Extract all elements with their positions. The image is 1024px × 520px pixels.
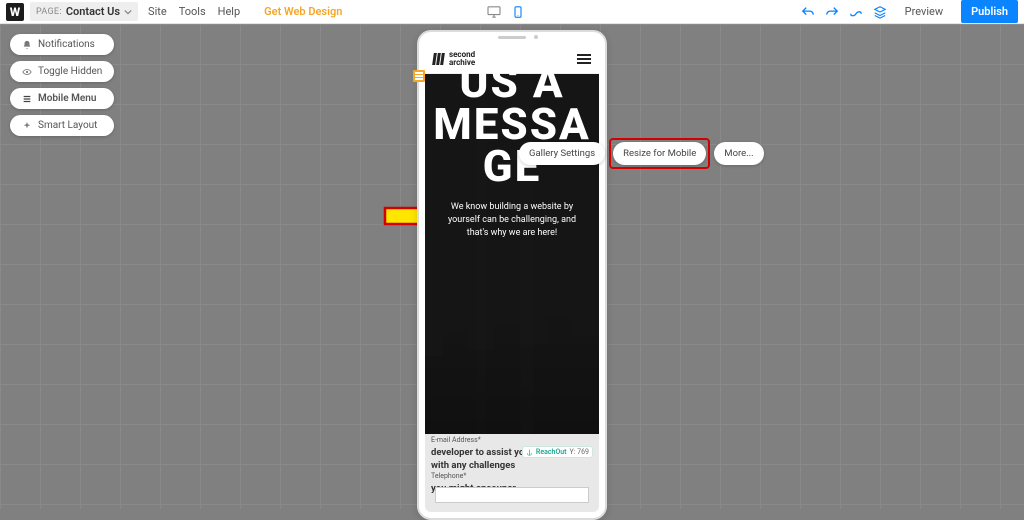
sparkle-icon bbox=[22, 121, 32, 131]
lower-text-2: with any challenges bbox=[431, 459, 593, 472]
preview-button[interactable]: Preview bbox=[897, 1, 951, 22]
menu-site[interactable]: Site bbox=[148, 5, 167, 18]
undo-icon[interactable] bbox=[801, 5, 815, 19]
hamburger-icon bbox=[22, 94, 32, 104]
page-selector-label: PAGE: bbox=[36, 7, 62, 17]
mobile-menu-label: Mobile Menu bbox=[38, 93, 96, 104]
canvas-tool-pills: Notifications Toggle Hidden Mobile Menu … bbox=[10, 34, 114, 136]
hero-section[interactable]: US A MESSAGE We know building a website … bbox=[425, 74, 599, 434]
layers-icon[interactable] bbox=[873, 5, 887, 19]
top-toolbar: W PAGE: Contact Us Site Tools Help Get W… bbox=[0, 0, 1024, 24]
bell-icon bbox=[22, 40, 32, 50]
menu-tools[interactable]: Tools bbox=[179, 5, 206, 18]
more-button[interactable]: More... bbox=[714, 142, 763, 165]
resize-for-mobile-button[interactable]: Resize for Mobile bbox=[613, 142, 706, 165]
mobile-preview-frame: second archive Drag Handle US A MESSAGE … bbox=[417, 30, 607, 520]
page-selector[interactable]: PAGE: Contact Us bbox=[30, 2, 138, 21]
redo-icon[interactable] bbox=[825, 5, 839, 19]
toggle-hidden-label: Toggle Hidden bbox=[38, 66, 102, 77]
element-context-menu: Gallery Settings Resize for Mobile More.… bbox=[519, 138, 764, 169]
publish-button[interactable]: Publish bbox=[961, 0, 1018, 23]
topbar-actions: Preview Publish bbox=[801, 0, 1018, 23]
tutorial-highlight: Resize for Mobile bbox=[609, 138, 710, 169]
menu-help[interactable]: Help bbox=[218, 5, 241, 18]
page-selector-value: Contact Us bbox=[66, 5, 120, 18]
smart-layout-pill[interactable]: Smart Layout bbox=[10, 115, 114, 136]
telephone-input[interactable] bbox=[435, 487, 589, 503]
link-name: ReachOut bbox=[536, 448, 567, 456]
desktop-view-icon[interactable] bbox=[487, 6, 501, 18]
chevron-down-icon bbox=[124, 8, 132, 16]
mobile-view-icon[interactable] bbox=[511, 6, 525, 18]
link-icon[interactable] bbox=[849, 5, 863, 19]
device-switcher bbox=[487, 6, 525, 18]
app-logo: W bbox=[6, 3, 24, 21]
email-label: E-mail Address* bbox=[431, 436, 593, 446]
editor-canvas[interactable]: Notifications Toggle Hidden Mobile Menu … bbox=[0, 24, 1024, 509]
link-coord: Y: 769 bbox=[570, 448, 589, 456]
toggle-hidden-pill[interactable]: Toggle Hidden bbox=[10, 61, 114, 82]
hero-subtitle: We know building a website by yourself c… bbox=[433, 201, 591, 239]
gallery-settings-button[interactable]: Gallery Settings bbox=[519, 142, 605, 165]
anchor-icon bbox=[526, 449, 533, 456]
phone-speaker-icon bbox=[498, 36, 526, 39]
phone-camera-icon bbox=[534, 35, 538, 39]
main-menu: Site Tools Help bbox=[148, 5, 240, 18]
telephone-label: Telephone* bbox=[431, 472, 593, 482]
notifications-pill[interactable]: Notifications bbox=[10, 34, 114, 55]
smart-layout-label: Smart Layout bbox=[38, 120, 97, 131]
link-indicator[interactable]: ReachOut Y: 769 bbox=[522, 446, 593, 458]
eye-icon bbox=[22, 67, 32, 77]
selection-handle-icon[interactable] bbox=[413, 70, 425, 82]
notifications-label: Notifications bbox=[38, 39, 95, 50]
mobile-screen[interactable]: second archive Drag Handle US A MESSAGE … bbox=[425, 44, 599, 512]
get-web-design-link[interactable]: Get Web Design bbox=[264, 5, 342, 18]
mobile-menu-pill[interactable]: Mobile Menu bbox=[10, 88, 114, 109]
